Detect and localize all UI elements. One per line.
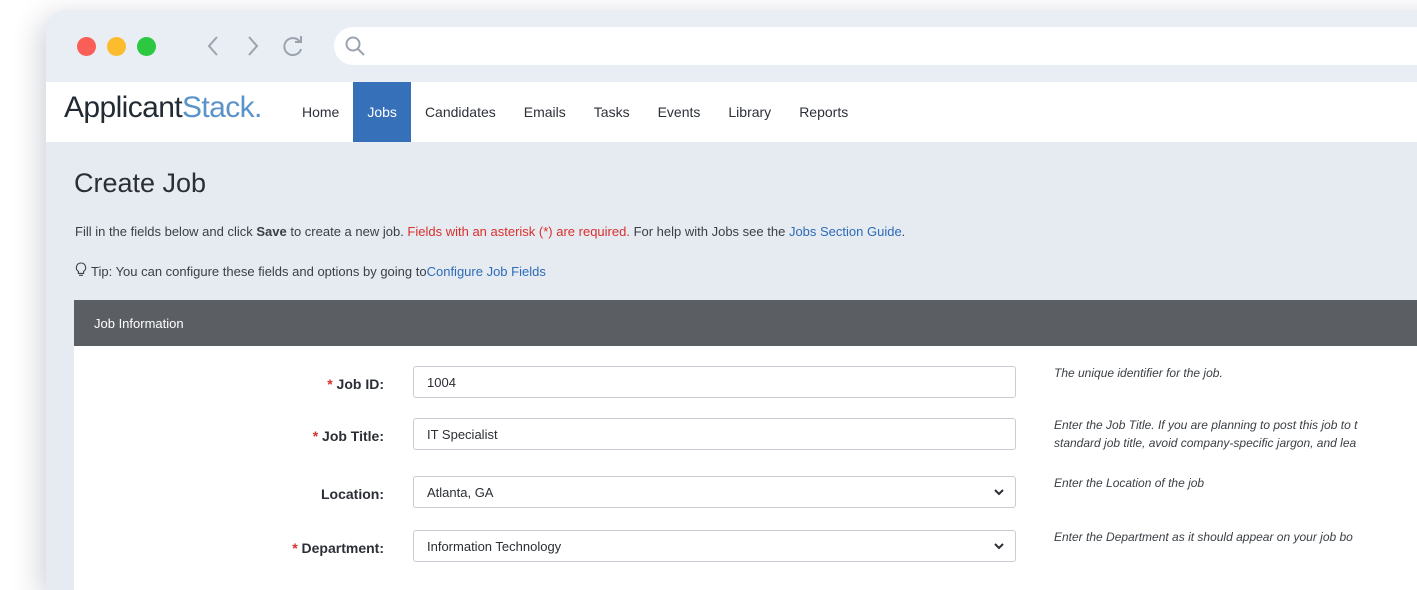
intro-part: For help with Jobs see the bbox=[629, 224, 789, 239]
required-asterisk: * bbox=[292, 540, 298, 556]
browser-window: ApplicantStack. Home Jobs Candidates Ema… bbox=[46, 10, 1417, 590]
location-value: Atlanta, GA bbox=[427, 484, 494, 500]
nav-jobs[interactable]: Jobs bbox=[353, 82, 411, 142]
department-label-text: Department: bbox=[301, 540, 384, 556]
minimize-window-button[interactable] bbox=[107, 37, 126, 56]
job-title-label: * Job Title: bbox=[313, 428, 384, 444]
job-id-label-text: Job ID: bbox=[336, 376, 384, 392]
address-bar[interactable] bbox=[334, 27, 1417, 65]
location-label-text: Location: bbox=[321, 486, 384, 502]
department-value: Information Technology bbox=[427, 538, 562, 554]
applicantstack-logo[interactable]: ApplicantStack. bbox=[64, 91, 262, 125]
page-content: Create Job Fill in the fields below and … bbox=[46, 142, 1417, 590]
logo-text-applicant: Applicant bbox=[64, 91, 183, 124]
job-id-row: * Job ID: 1004 The unique identifier for… bbox=[74, 366, 1417, 406]
logo-text-stack: Stack bbox=[182, 91, 255, 124]
location-select[interactable]: Atlanta, GA bbox=[413, 476, 1016, 508]
department-help: Enter the Department as it should appear… bbox=[1054, 528, 1353, 546]
lightbulb-icon bbox=[75, 262, 87, 280]
chevron-down-icon bbox=[993, 486, 1005, 501]
chevron-down-icon bbox=[993, 540, 1005, 555]
location-row: Location: Atlanta, GA Enter the Location… bbox=[74, 476, 1417, 516]
help-line: Enter the Job Title. If you are planning… bbox=[1054, 418, 1358, 432]
search-icon bbox=[344, 35, 366, 62]
location-label: Location: bbox=[321, 486, 384, 502]
reload-icon[interactable] bbox=[278, 29, 308, 63]
nav-home[interactable]: Home bbox=[288, 82, 353, 142]
chevron-right-icon[interactable] bbox=[238, 29, 268, 63]
job-id-input[interactable]: 1004 bbox=[413, 366, 1016, 398]
intro-text: Fill in the fields below and click Save … bbox=[75, 224, 905, 239]
configure-job-fields-link[interactable]: Configure Job Fields bbox=[427, 264, 546, 279]
job-id-help: The unique identifier for the job. bbox=[1054, 364, 1223, 382]
jobs-section-guide-link[interactable]: Jobs Section Guide bbox=[789, 224, 902, 239]
intro-part: Fill in the fields below and click bbox=[75, 224, 257, 239]
app-header: ApplicantStack. Home Jobs Candidates Ema… bbox=[46, 82, 1417, 142]
required-notice: Fields with an asterisk (*) are required… bbox=[407, 224, 630, 239]
job-title-help: Enter the Job Title. If you are planning… bbox=[1054, 416, 1357, 452]
job-title-input[interactable]: IT Specialist bbox=[413, 418, 1016, 450]
help-line: Enter the Location of the job bbox=[1054, 476, 1205, 490]
tip-text: Tip: You can configure these fields and … bbox=[75, 262, 546, 280]
help-line: standard job title, avoid company-specif… bbox=[1054, 436, 1357, 450]
job-title-label-text: Job Title: bbox=[322, 428, 384, 444]
required-asterisk: * bbox=[312, 428, 319, 444]
nav-events[interactable]: Events bbox=[644, 82, 715, 142]
required-asterisk: * bbox=[327, 376, 333, 392]
nav-tasks[interactable]: Tasks bbox=[580, 82, 644, 142]
department-select[interactable]: Information Technology bbox=[413, 530, 1016, 562]
main-nav: Home Jobs Candidates Emails Tasks Events… bbox=[288, 82, 862, 142]
nav-library[interactable]: Library bbox=[714, 82, 785, 142]
logo-dot: . bbox=[254, 91, 262, 124]
job-information-panel: Job Information * Job ID: 1004 The uniqu… bbox=[74, 300, 1417, 590]
maximize-window-button[interactable] bbox=[137, 37, 156, 56]
intro-save-word: Save bbox=[256, 224, 287, 239]
job-id-value: 1004 bbox=[427, 374, 456, 390]
job-title-row: * Job Title: IT Specialist Enter the Job… bbox=[74, 418, 1417, 458]
help-line: Enter the Department as it should appear… bbox=[1054, 530, 1353, 544]
nav-reports[interactable]: Reports bbox=[785, 82, 862, 142]
help-line: The unique identifier for the job. bbox=[1054, 366, 1223, 380]
browser-toolbar bbox=[46, 10, 1417, 82]
close-window-button[interactable] bbox=[77, 37, 96, 56]
intro-part: . bbox=[901, 224, 906, 239]
page-title: Create Job bbox=[74, 168, 207, 198]
job-title-value: IT Specialist bbox=[427, 426, 498, 442]
panel-header: Job Information bbox=[74, 300, 1417, 346]
department-label: * Department: bbox=[292, 540, 384, 556]
tip-label: Tip: You can configure these fields and … bbox=[91, 263, 427, 279]
department-row: * Department: Information Technology Ent… bbox=[74, 530, 1417, 570]
job-id-label: * Job ID: bbox=[327, 376, 384, 392]
nav-candidates[interactable]: Candidates bbox=[411, 82, 510, 142]
intro-part: to create a new job. bbox=[286, 224, 408, 239]
nav-emails[interactable]: Emails bbox=[510, 82, 580, 142]
location-help: Enter the Location of the job bbox=[1054, 474, 1204, 492]
chevron-left-icon[interactable] bbox=[198, 29, 228, 63]
